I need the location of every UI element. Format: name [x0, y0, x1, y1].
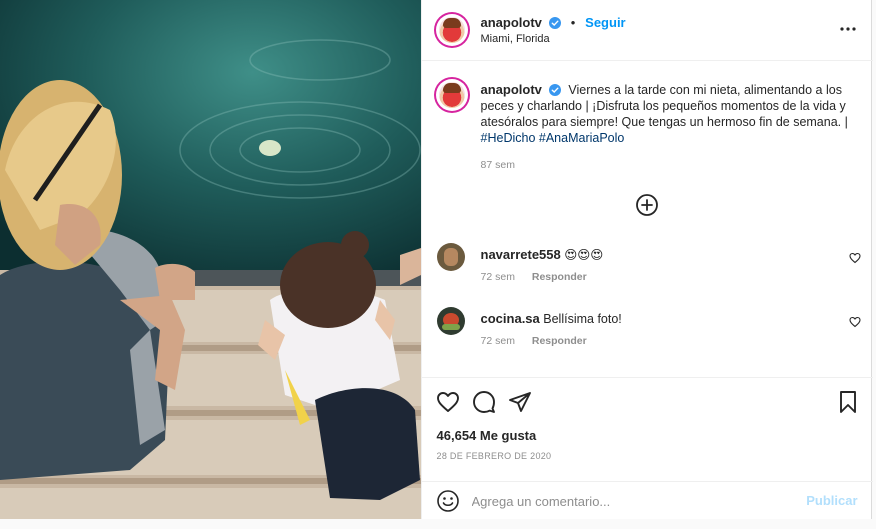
post-date: 28 DE FEBRERO DE 2020 — [436, 451, 552, 461]
publish-button[interactable]: Publicar — [806, 493, 857, 508]
post-photo[interactable] — [0, 0, 421, 519]
separator-dot: • — [570, 15, 576, 30]
hashtag-link[interactable]: #HeDicho — [481, 131, 536, 145]
comment-icon[interactable] — [472, 390, 496, 414]
post-sidebar: anapolotv • Seguir Miami, Florida anapol… — [420, 0, 873, 519]
reply-button[interactable]: Responder — [532, 271, 587, 283]
add-comment-bar: Publicar — [421, 481, 873, 519]
comment-item: navarrete558 😍😍😍 72 sem Responder — [422, 243, 873, 299]
comment-age: 72 sem — [480, 271, 515, 283]
more-options-icon[interactable] — [839, 20, 857, 38]
reply-button[interactable]: Responder — [532, 335, 587, 347]
caption-age: 87 sem — [480, 159, 515, 171]
comment-age: 72 sem — [480, 335, 515, 347]
comment-meta: 72 sem Responder — [481, 271, 601, 283]
plus-circle-icon[interactable] — [635, 193, 659, 217]
post-photo-illustration — [0, 0, 421, 519]
heart-icon[interactable] — [436, 390, 460, 414]
commenter-avatar[interactable] — [436, 307, 465, 335]
emoji-icon[interactable] — [436, 489, 460, 513]
post-header: anapolotv • Seguir Miami, Florida — [421, 0, 873, 61]
avatar-image — [438, 82, 465, 108]
send-icon[interactable] — [508, 390, 532, 414]
hashtag-link[interactable]: #AnaMariaPolo — [539, 131, 624, 145]
comment-username[interactable]: cocina.sa — [481, 311, 540, 326]
comment-text: 😍😍😍 — [564, 248, 604, 262]
avatar-image — [438, 17, 465, 43]
commenter-avatar[interactable] — [436, 243, 465, 271]
comment-meta: 72 sem Responder — [481, 335, 601, 347]
comment-username[interactable]: navarrete558 — [481, 247, 561, 262]
instagram-post: anapolotv • Seguir Miami, Florida anapol… — [0, 0, 873, 519]
post-location[interactable]: Miami, Florida — [481, 33, 550, 45]
caption-username[interactable]: anapolotv — [481, 82, 542, 97]
comment-content: cocina.sa Bellísima foto! — [481, 311, 622, 326]
heart-icon[interactable] — [848, 252, 861, 264]
comment-text: Bellísima foto! — [543, 312, 622, 326]
verified-badge-icon — [548, 84, 561, 96]
follow-button[interactable]: Seguir — [585, 15, 625, 30]
author-username[interactable]: anapolotv — [481, 15, 542, 30]
comment-item: cocina.sa Bellísima foto! 72 sem Respond… — [422, 307, 873, 363]
heart-icon[interactable] — [848, 316, 861, 328]
likes-count[interactable]: 46,654 Me gusta — [437, 428, 537, 443]
author-line: anapolotv • Seguir — [481, 14, 626, 30]
comment-input[interactable] — [471, 490, 802, 512]
bookmark-icon[interactable] — [836, 390, 860, 414]
verified-badge-icon — [548, 17, 561, 29]
post-caption: anapolotv Viernes a la tarde con mi niet… — [481, 82, 857, 146]
author-avatar[interactable] — [435, 14, 468, 46]
comment-content: navarrete558 😍😍😍 — [481, 247, 604, 262]
caption-avatar[interactable] — [435, 79, 468, 111]
